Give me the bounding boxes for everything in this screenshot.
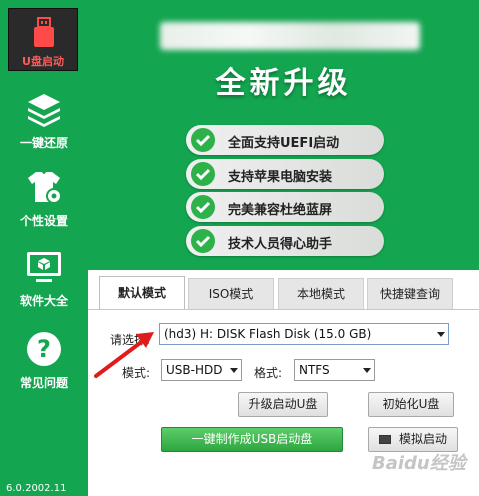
chevron-down-icon <box>437 332 445 337</box>
feature-text: 完美兼容杜绝蓝屏 <box>228 203 333 218</box>
tab-default-mode[interactable]: 默认模式 <box>99 276 185 310</box>
feature-item: 完美兼容杜绝蓝屏 <box>186 192 384 222</box>
version-label: 6.0.2002.11 <box>6 483 67 494</box>
layers-icon <box>28 94 60 127</box>
format-select-value: NTFS <box>299 363 330 377</box>
svg-text:?: ? <box>37 335 51 363</box>
sidebar-item-label: 常见问题 <box>19 376 68 390</box>
disk-select-value: (hd3) H: DISK Flash Disk (15.0 GB) <box>164 327 372 341</box>
monitor-box-icon <box>27 252 61 282</box>
init-usb-button[interactable]: 初始化U盘 <box>368 392 454 417</box>
tab-bar: 默认模式 ISO模式 本地模式 快捷键查询 <box>88 270 479 310</box>
usb-boot-logo[interactable]: U盘启动 <box>8 8 78 71</box>
tab-hotkey-query[interactable]: 快捷键查询 <box>367 278 453 310</box>
watermark: Baidu经验 <box>372 453 466 474</box>
sidebar-item-faq[interactable]: ? 常见问题 <box>0 330 88 410</box>
check-icon <box>191 195 215 219</box>
mode-select[interactable]: USB-HDD <box>161 359 242 381</box>
blurred-title <box>160 22 420 50</box>
chevron-down-icon <box>363 368 371 373</box>
feature-item: 支持苹果电脑安装 <box>186 159 384 189</box>
feature-text: 全面支持UEFI启动 <box>228 136 340 151</box>
feature-item: 全面支持UEFI启动 <box>186 125 384 155</box>
upgrade-usb-button[interactable]: 升级启动U盘 <box>238 392 328 417</box>
sidebar-item-restore[interactable]: 一键还原 <box>0 90 88 170</box>
chevron-down-icon <box>230 368 238 373</box>
sidebar-item-label: 一键还原 <box>19 136 68 150</box>
sidebar-item-software[interactable]: 软件大全 <box>0 248 88 328</box>
simulate-boot-label: 模拟启动 <box>398 432 447 446</box>
header-banner: 全新升级 全面支持UEFI启动 支持苹果电脑安装 完美兼容杜绝蓝屏 技术人员得心… <box>88 0 479 270</box>
format-select[interactable]: NTFS <box>294 359 375 381</box>
check-icon <box>191 229 215 253</box>
sidebar: U盘启动 一键还原 个性设置 软件大全 ? 常见问题 6.0.2002.11 <box>0 0 88 496</box>
mode-select-value: USB-HDD <box>166 363 223 377</box>
feature-text: 技术人员得心助手 <box>228 237 333 252</box>
check-icon <box>191 128 215 152</box>
tshirt-gear-icon <box>28 172 62 204</box>
tab-local-mode[interactable]: 本地模式 <box>278 278 364 310</box>
usb-drive-icon <box>34 17 54 47</box>
make-bootable-usb-button[interactable]: 一键制作成USB启动盘 <box>161 427 343 452</box>
disk-select[interactable]: (hd3) H: DISK Flash Disk (15.0 GB) <box>159 323 449 345</box>
check-icon <box>191 162 215 186</box>
logo-label: U盘启动 <box>22 55 64 68</box>
format-label: 格式: <box>254 366 283 380</box>
sidebar-item-label: 个性设置 <box>19 214 68 228</box>
question-icon: ? <box>27 332 61 366</box>
upgrade-title: 全新升级 <box>215 66 352 101</box>
monitor-icon <box>378 435 391 444</box>
sidebar-item-personalize[interactable]: 个性设置 <box>0 168 88 248</box>
feature-item: 技术人员得心助手 <box>186 226 384 256</box>
feature-text: 支持苹果电脑安装 <box>228 170 333 185</box>
red-arrow-annotation <box>94 332 154 378</box>
tab-iso-mode[interactable]: ISO模式 <box>188 278 274 310</box>
sidebar-item-label: 软件大全 <box>19 294 68 308</box>
